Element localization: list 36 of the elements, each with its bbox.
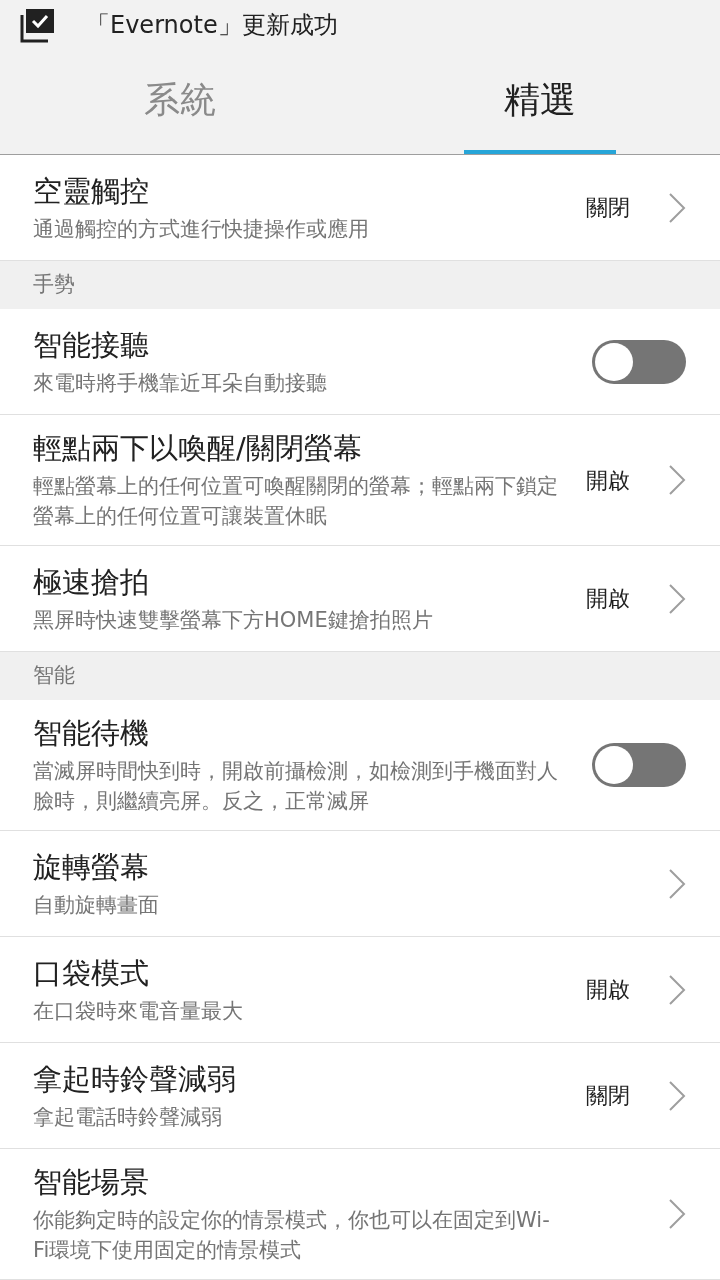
setting-title: 智能接聽 (33, 326, 150, 364)
setting-title: 口袋模式 (33, 954, 150, 992)
chevron-right-icon (668, 973, 686, 1006)
chevron-right-icon (668, 191, 686, 224)
setting-description: 拿起電話時鈴聲減弱 (33, 1103, 223, 1131)
toggle-switch[interactable] (592, 339, 686, 384)
setting-description: 你能夠定時的設定你的情景模式，你也可以在固定到Wi-Fi環境下使用固定的情景模式 (33, 1207, 551, 1264)
setting-title: 旋轉螢幕 (33, 848, 150, 886)
setting-title: 拿起時鈴聲減弱 (33, 1060, 237, 1098)
setting-title: 輕點兩下以喚醒/關閉螢幕 (33, 430, 363, 467)
setting-description: 當滅屏時間快到時，開啟前攝檢測，如檢測到手機面對人臉時，則繼續亮屏。反之，正常滅屏 (33, 758, 559, 815)
section-header: 手勢 (33, 271, 75, 299)
toggle-switch[interactable] (592, 743, 686, 787)
chevron-right-icon (668, 464, 686, 496)
setting-title: 智能場景 (33, 1164, 150, 1201)
setting-value: 開啟 (586, 466, 630, 495)
setting-value: 關閉 (586, 194, 630, 222)
setting-description: 在口袋時來電音量最大 (33, 997, 244, 1025)
chevron-right-icon (668, 1079, 686, 1112)
section-header: 智能 (33, 662, 75, 690)
chevron-right-icon (668, 867, 686, 900)
setting-description: 輕點螢幕上的任何位置可喚醒關閉的螢幕；輕點兩下鎖定螢幕上的任何位置可讓裝置休眠 (33, 473, 559, 530)
chevron-right-icon (668, 582, 686, 615)
setting-value: 關閉 (586, 1082, 630, 1110)
setting-title: 極速搶拍 (33, 563, 150, 601)
setting-description: 黑屏時快速雙擊螢幕下方HOME鍵搶拍照片 (33, 606, 434, 634)
chevron-right-icon (668, 1198, 686, 1230)
setting-description: 自動旋轉畫面 (33, 891, 160, 919)
setting-description: 來電時將手機靠近耳朵自動接聽 (33, 369, 328, 397)
setting-value: 開啟 (586, 585, 630, 613)
check-square-icon (20, 7, 56, 43)
setting-value: 開啟 (586, 976, 630, 1004)
notification-text: 「Evernote」更新成功 (86, 10, 338, 41)
setting-description: 通過觸控的方式進行快捷操作或應用 (33, 215, 370, 243)
setting-title: 空靈觸控 (33, 172, 150, 210)
setting-title: 智能待機 (33, 715, 150, 752)
